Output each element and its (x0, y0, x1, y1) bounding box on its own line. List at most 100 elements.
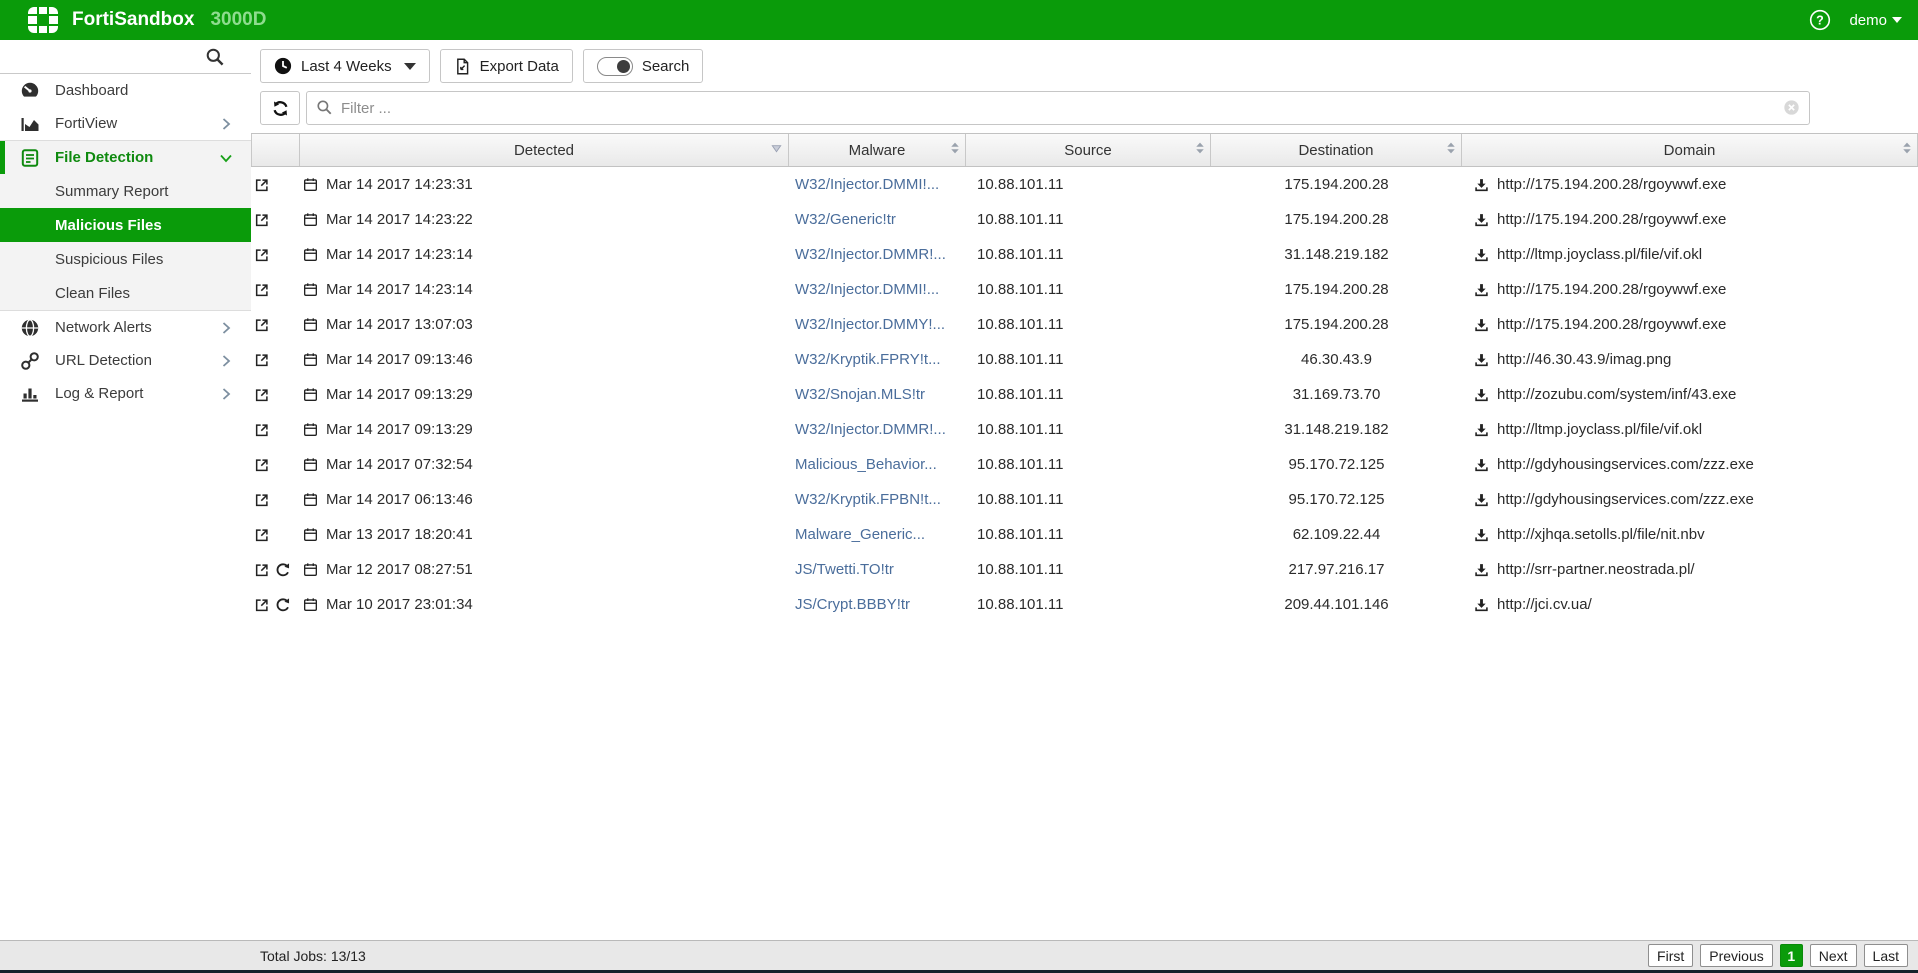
table-row[interactable]: Mar 14 2017 14:23:14 W32/Injector.DMMI!.… (251, 272, 1918, 307)
sidebar-item-suspicious-files[interactable]: Suspicious Files (0, 242, 251, 276)
open-details-icon[interactable] (254, 597, 270, 613)
fortinet-logo-icon (28, 7, 58, 33)
table-row[interactable]: Mar 12 2017 08:27:51 JS/Twetti.TO!tr 10.… (251, 552, 1918, 587)
malware-name-link[interactable]: Malware_Generic... (795, 526, 925, 543)
open-details-icon[interactable] (254, 457, 270, 473)
column-header-detected[interactable]: Detected (300, 134, 789, 166)
column-header-domain[interactable]: Domain (1462, 134, 1918, 166)
download-icon (1474, 492, 1489, 507)
export-data-button[interactable]: Export Data (440, 49, 573, 83)
table-row[interactable]: Mar 14 2017 14:23:22 W32/Generic!tr 10.8… (251, 202, 1918, 237)
rescan-icon[interactable] (275, 562, 291, 578)
current-page-button[interactable]: 1 (1780, 944, 1803, 967)
sidebar-item-url-detection[interactable]: URL Detection (0, 344, 251, 377)
sort-both-icon (1195, 141, 1205, 159)
download-icon (1474, 247, 1489, 262)
destination-ip: 217.97.216.17 (1289, 561, 1385, 578)
open-details-icon[interactable] (254, 247, 270, 263)
open-details-icon[interactable] (254, 527, 270, 543)
malware-name-link[interactable]: W32/Generic!tr (795, 211, 896, 228)
malware-name-link[interactable]: W32/Kryptik.FPRY!t... (795, 351, 941, 368)
calendar-icon (303, 387, 318, 402)
time-range-dropdown[interactable]: Last 4 Weeks (260, 49, 430, 83)
empty-area (251, 622, 1918, 940)
file-report-icon (20, 148, 40, 168)
sort-both-icon (950, 141, 960, 159)
next-page-button[interactable]: Next (1810, 944, 1857, 967)
column-header-source[interactable]: Source (966, 134, 1211, 166)
table-row[interactable]: Mar 14 2017 14:23:31 W32/Injector.DMMI!.… (251, 167, 1918, 202)
chevron-right-icon (219, 321, 233, 335)
table-row[interactable]: Mar 14 2017 14:23:14 W32/Injector.DMMR!.… (251, 237, 1918, 272)
sidebar-item-label: FortiView (55, 115, 117, 132)
sidebar-item-clean-files[interactable]: Clean Files (0, 276, 251, 310)
column-header-destination[interactable]: Destination (1211, 134, 1462, 166)
table-row[interactable]: Mar 10 2017 23:01:34 JS/Crypt.BBBY!tr 10… (251, 587, 1918, 622)
user-name: demo (1849, 12, 1887, 29)
previous-page-button[interactable]: Previous (1700, 944, 1772, 967)
malware-name-link[interactable]: W32/Injector.DMMI!... (795, 281, 939, 298)
open-details-icon[interactable] (254, 317, 270, 333)
search-icon (205, 47, 225, 67)
search-icon (316, 99, 333, 116)
domain-url: http://gdyhousingservices.com/zzz.exe (1497, 491, 1754, 508)
open-details-icon[interactable] (254, 492, 270, 508)
open-details-icon[interactable] (254, 212, 270, 228)
malware-name-link[interactable]: W32/Injector.DMMI!... (795, 176, 939, 193)
destination-ip: 95.170.72.125 (1289, 456, 1385, 473)
rescan-icon[interactable] (275, 597, 291, 613)
sidebar-item-file-detection[interactable]: File Detection (0, 141, 251, 174)
open-details-icon[interactable] (254, 282, 270, 298)
table-row[interactable]: Mar 14 2017 13:07:03 W32/Injector.DMMY!.… (251, 307, 1918, 342)
last-page-button[interactable]: Last (1864, 944, 1908, 967)
column-header-actions (251, 134, 300, 166)
sidebar-item-log-report[interactable]: Log & Report (0, 377, 251, 410)
sidebar-item-malicious-files[interactable]: Malicious Files (0, 208, 251, 242)
malware-name-link[interactable]: JS/Twetti.TO!tr (795, 561, 894, 578)
open-details-icon[interactable] (254, 177, 270, 193)
malware-name-link[interactable]: W32/Injector.DMMR!... (795, 421, 946, 438)
sidebar-item-dashboard[interactable]: Dashboard (0, 74, 251, 107)
open-details-icon[interactable] (254, 422, 270, 438)
table-row[interactable]: Mar 14 2017 06:13:46 W32/Kryptik.FPBN!t.… (251, 482, 1918, 517)
clear-filter-icon[interactable] (1783, 99, 1800, 116)
destination-ip: 175.194.200.28 (1284, 176, 1388, 193)
column-label: Detected (514, 142, 574, 159)
help-icon[interactable]: ? (1809, 9, 1831, 31)
malware-name-link[interactable]: W32/Kryptik.FPBN!t... (795, 491, 941, 508)
malware-name-link[interactable]: W32/Snojan.MLS!tr (795, 386, 925, 403)
open-details-icon[interactable] (254, 562, 270, 578)
domain-url: http://175.194.200.28/rgoywwf.exe (1497, 281, 1726, 298)
malware-name-link[interactable]: JS/Crypt.BBBY!tr (795, 596, 910, 613)
gauge-icon (20, 81, 40, 101)
domain-url: http://175.194.200.28/rgoywwf.exe (1497, 176, 1726, 193)
malware-name-link[interactable]: Malicious_Behavior... (795, 456, 937, 473)
table-row[interactable]: Mar 14 2017 09:13:29 W32/Injector.DMMR!.… (251, 412, 1918, 447)
sidebar-item-fortiview[interactable]: FortiView (0, 107, 251, 140)
source-ip: 10.88.101.11 (977, 316, 1063, 333)
search-toggle-button[interactable]: Search (583, 49, 704, 83)
sort-both-icon (1902, 141, 1912, 159)
column-label: Domain (1664, 142, 1716, 159)
table-row[interactable]: Mar 13 2017 18:20:41 Malware_Generic... … (251, 517, 1918, 552)
domain-url: http://ltmp.joyclass.pl/file/vif.okl (1497, 421, 1702, 438)
malware-name-link[interactable]: W32/Injector.DMMY!... (795, 316, 945, 333)
table-row[interactable]: Mar 14 2017 07:32:54 Malicious_Behavior.… (251, 447, 1918, 482)
open-details-icon[interactable] (254, 352, 270, 368)
calendar-icon (303, 422, 318, 437)
user-menu[interactable]: demo (1849, 12, 1902, 29)
table-body: Mar 14 2017 14:23:31 W32/Injector.DMMI!.… (251, 167, 1918, 622)
sidebar-item-summary-report[interactable]: Summary Report (0, 174, 251, 208)
table-row[interactable]: Mar 14 2017 09:13:46 W32/Kryptik.FPRY!t.… (251, 342, 1918, 377)
malware-name-link[interactable]: W32/Injector.DMMR!... (795, 246, 946, 263)
column-header-malware[interactable]: Malware (789, 134, 966, 166)
refresh-button[interactable] (260, 91, 300, 125)
open-details-icon[interactable] (254, 387, 270, 403)
filter-input[interactable] (306, 91, 1810, 125)
sidebar-item-network-alerts[interactable]: Network Alerts (0, 311, 251, 344)
time-range-value: Last 4 Weeks (301, 58, 392, 75)
table-row[interactable]: Mar 14 2017 09:13:29 W32/Snojan.MLS!tr 1… (251, 377, 1918, 412)
first-page-button[interactable]: First (1648, 944, 1693, 967)
export-data-label: Export Data (480, 58, 559, 75)
sidebar-search[interactable] (0, 40, 251, 74)
